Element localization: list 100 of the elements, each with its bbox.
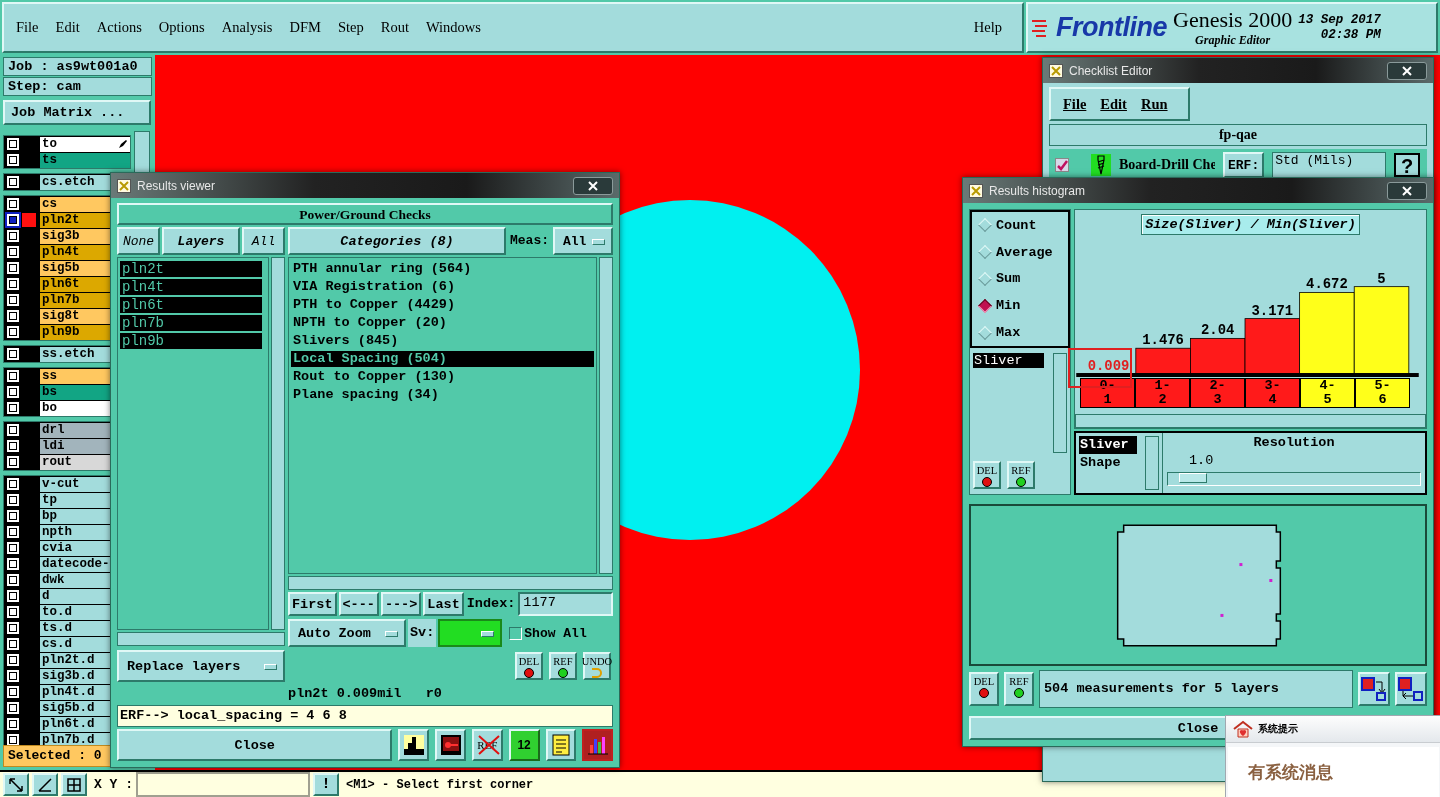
tool-button[interactable]: DEL: [515, 652, 543, 680]
layer-checkbox[interactable]: [7, 176, 19, 188]
menu-item[interactable]: Step: [337, 19, 364, 36]
erf-button[interactable]: ERF:: [1223, 152, 1265, 178]
layer-cell[interactable]: ts: [40, 152, 130, 168]
layer-checkbox[interactable]: [7, 456, 19, 468]
erf-field[interactable]: Std (Mils): [1272, 152, 1387, 178]
display-button[interactable]: [435, 729, 466, 761]
layer-checkbox[interactable]: [7, 510, 19, 522]
menu-item[interactable]: Rout: [380, 19, 409, 36]
layer-checkbox[interactable]: [7, 686, 19, 698]
navigation-button[interactable]: Last: [423, 592, 464, 616]
help-menu[interactable]: Help: [973, 19, 1002, 36]
tool-button[interactable]: REF: [1004, 672, 1034, 707]
close-button[interactable]: Close: [117, 729, 393, 761]
menu-item[interactable]: Options: [158, 19, 205, 36]
layer-checkbox[interactable]: [7, 654, 19, 666]
tool-button[interactable]: REF: [549, 652, 577, 680]
layer-checkbox[interactable]: [7, 246, 19, 258]
tool-button[interactable]: UNDO: [583, 652, 611, 680]
category-list-item[interactable]: Plane spacing (34): [291, 387, 594, 403]
layer-checkbox[interactable]: [7, 590, 19, 602]
layer-checkbox[interactable]: [7, 198, 19, 210]
scrollbar[interactable]: [1053, 353, 1067, 454]
layer-checkbox[interactable]: [7, 386, 19, 398]
category-list-item[interactable]: Local Spacing (504): [291, 351, 594, 367]
layer-list-item[interactable]: pln7b: [120, 315, 262, 331]
layer-checkbox[interactable]: [7, 574, 19, 586]
navigation-button[interactable]: --->: [380, 592, 422, 616]
layer-checkbox[interactable]: [7, 294, 19, 306]
scrollbar[interactable]: [599, 257, 613, 574]
layer-checkbox[interactable]: [7, 262, 19, 274]
zoom-mode-dropdown[interactable]: Auto Zoom: [288, 619, 406, 647]
close-button[interactable]: [573, 176, 613, 195]
category-list-item[interactable]: Slivers (845): [291, 333, 594, 349]
meas-dropdown[interactable]: All: [553, 227, 613, 255]
categories-button[interactable]: Categories (8): [288, 227, 506, 255]
layer-checkbox[interactable]: [7, 370, 19, 382]
layer-filter-button[interactable]: None: [117, 227, 160, 255]
layer-checkbox[interactable]: [7, 402, 19, 414]
navigation-button[interactable]: <---: [338, 592, 379, 616]
color-dropdown[interactable]: [438, 619, 503, 647]
layer-checkbox[interactable]: [7, 440, 19, 452]
index-field[interactable]: 1177: [518, 592, 613, 616]
histogram-bar[interactable]: [1299, 292, 1355, 375]
category-list-item[interactable]: PTH to Copper (4429): [291, 297, 594, 313]
coordinates-field[interactable]: [136, 772, 310, 797]
layer-checkbox[interactable]: [7, 638, 19, 650]
import-button[interactable]: [1395, 672, 1427, 707]
shape-list-item[interactable]: Sliver: [1079, 436, 1137, 454]
layer-checkbox[interactable]: [7, 424, 19, 436]
scrollbar[interactable]: [288, 576, 613, 590]
layer-checkbox[interactable]: [7, 702, 19, 714]
tool-button[interactable]: DEL: [973, 461, 1001, 490]
category-list-item[interactable]: NPTH to Copper (20): [291, 315, 594, 331]
menu-item[interactable]: File: [16, 19, 39, 36]
replace-mode-dropdown[interactable]: Replace layers: [117, 650, 285, 682]
slider-thumb[interactable]: [1179, 473, 1208, 483]
navigation-button[interactable]: First: [288, 592, 337, 616]
layer-cell[interactable]: to: [40, 136, 130, 152]
layer-checkbox[interactable]: [7, 542, 19, 554]
category-list-item[interactable]: VIA Registration (6): [291, 279, 594, 295]
grid-button[interactable]: [61, 773, 87, 796]
show-all-checkbox[interactable]: [509, 626, 523, 640]
window-titlebar[interactable]: Results histogram: [963, 178, 1433, 203]
menu-item[interactable]: Edit: [55, 19, 80, 36]
menu-item[interactable]: Analysis: [221, 19, 273, 36]
layer-view-button[interactable]: [398, 729, 430, 761]
tool-button[interactable]: DEL: [969, 672, 999, 707]
layer-checkbox[interactable]: [7, 230, 19, 242]
type-list-item[interactable]: Sliver: [973, 353, 1044, 368]
layer-list-item[interactable]: pln2t: [120, 261, 262, 277]
menu-item[interactable]: Windows: [425, 19, 481, 36]
help-button[interactable]: ?: [1394, 153, 1421, 177]
window-titlebar[interactable]: Checklist Editor: [1043, 58, 1433, 83]
layer-checkbox[interactable]: [7, 478, 19, 490]
layer-checkbox[interactable]: [7, 734, 19, 746]
action-checkbox[interactable]: [1055, 158, 1069, 172]
menu-item[interactable]: File: [1063, 95, 1087, 113]
layer-checkbox[interactable]: [7, 214, 19, 226]
layer-checkbox[interactable]: [7, 138, 19, 150]
window-titlebar[interactable]: Results viewer: [111, 173, 619, 198]
layer-checkbox[interactable]: [7, 526, 19, 538]
layer-checkbox[interactable]: [7, 606, 19, 618]
scrollbar[interactable]: [117, 632, 285, 646]
numbering-button[interactable]: 12: [508, 729, 540, 761]
layer-checkbox[interactable]: [7, 348, 19, 360]
layer-filter-button[interactable]: Layers: [161, 227, 240, 255]
layer-checkbox[interactable]: [7, 278, 19, 290]
layer-checkbox[interactable]: [7, 326, 19, 338]
alert-button[interactable]: !: [313, 773, 339, 796]
category-list-item[interactable]: PTH annular ring (564): [291, 261, 594, 277]
layer-list-item[interactable]: pln9b: [120, 333, 262, 349]
menu-item[interactable]: Run: [1140, 95, 1168, 113]
resolution-slider[interactable]: [1167, 472, 1421, 486]
layer-checkbox[interactable]: [7, 622, 19, 634]
scrollbar[interactable]: [1075, 414, 1426, 428]
menu-item[interactable]: Actions: [96, 19, 142, 36]
histogram-button[interactable]: [582, 729, 614, 761]
report-button[interactable]: [545, 729, 577, 761]
